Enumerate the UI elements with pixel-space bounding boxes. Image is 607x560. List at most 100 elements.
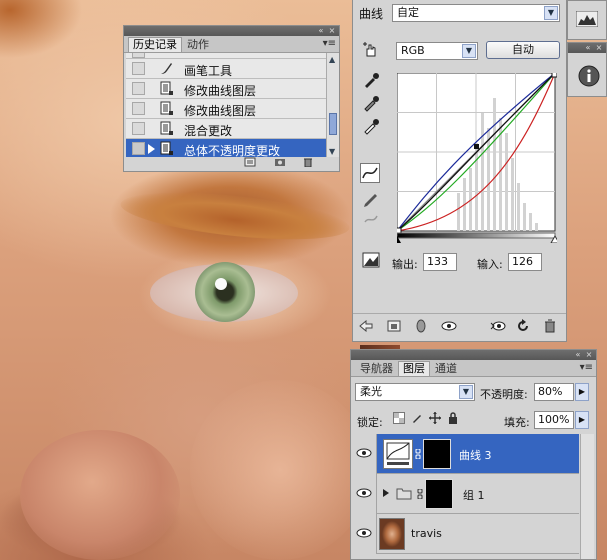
- curves-footer: [353, 313, 566, 340]
- snapshot-checkbox[interactable]: [132, 102, 145, 115]
- layer-mask-thumbnail[interactable]: [423, 439, 451, 469]
- close-icon[interactable]: ×: [585, 351, 593, 359]
- layer-row-curves[interactable]: 曲线 3: [351, 434, 579, 474]
- tab-navigator[interactable]: 导航器: [355, 361, 398, 376]
- histogram-icon[interactable]: [576, 11, 598, 27]
- reset-icon[interactable]: [516, 319, 530, 333]
- snapshot-checkbox[interactable]: [132, 62, 145, 75]
- palette-menu-icon[interactable]: ▾≡: [580, 362, 593, 373]
- expand-arrow-icon[interactable]: [382, 488, 390, 498]
- fill-slider-arrow-icon[interactable]: ▶: [575, 411, 589, 429]
- history-item-label: 修改曲线图层: [184, 84, 257, 98]
- snapshot-checkbox[interactable]: [132, 122, 145, 135]
- visibility-cell[interactable]: [351, 474, 377, 514]
- camera-snapshot-icon[interactable]: [274, 157, 286, 167]
- cheek: [190, 380, 370, 560]
- snapshot-checkbox[interactable]: [132, 53, 145, 58]
- image-layer-thumbnail[interactable]: [379, 518, 405, 550]
- link-chain-icon[interactable]: [415, 449, 421, 459]
- collapse-icon[interactable]: «: [574, 351, 582, 359]
- channel-select[interactable]: RGB ▼: [396, 42, 478, 60]
- lock-pixels-icon[interactable]: [411, 412, 423, 424]
- blend-mode-select[interactable]: 柔光 ▼: [355, 383, 475, 401]
- close-icon[interactable]: ×: [328, 27, 336, 35]
- snapshot-checkbox[interactable]: [132, 142, 145, 155]
- history-item[interactable]: 修改曲线图层: [126, 99, 326, 119]
- curve-control-point[interactable]: [474, 144, 479, 149]
- mini-titlebar[interactable]: « ×: [568, 43, 606, 53]
- back-arrow-icon[interactable]: [359, 320, 373, 332]
- document-icon: [160, 81, 173, 95]
- previous-state-icon[interactable]: [490, 320, 506, 332]
- visibility-eye-icon[interactable]: [441, 320, 457, 332]
- clip-to-layer-icon[interactable]: [415, 319, 427, 333]
- collapse-icon[interactable]: «: [584, 44, 592, 52]
- nose: [20, 430, 180, 560]
- tab-actions[interactable]: 动作: [182, 37, 214, 52]
- collapse-icon[interactable]: «: [317, 27, 325, 35]
- standard-view-icon[interactable]: [387, 320, 401, 332]
- palette-menu-icon[interactable]: ▾≡: [323, 38, 336, 49]
- curve-edit-tool[interactable]: [360, 163, 380, 183]
- history-scrollbar[interactable]: ▲ ▼: [326, 53, 339, 157]
- layers-tabs: 导航器 图层 通道 ▾≡: [351, 360, 596, 377]
- hand-adjust-icon[interactable]: [361, 40, 381, 60]
- document-icon: [160, 121, 173, 135]
- curves-graph[interactable]: [397, 73, 557, 243]
- gray-point-eyedropper-icon[interactable]: [361, 93, 381, 113]
- output-field[interactable]: 133: [423, 253, 457, 271]
- fill-label: 填充:: [504, 416, 530, 429]
- group-mask-thumbnail[interactable]: [425, 479, 453, 509]
- chevron-down-icon[interactable]: ▼: [462, 44, 476, 58]
- tab-layers[interactable]: 图层: [398, 361, 430, 376]
- channel-value: RGB: [401, 44, 425, 57]
- visibility-cell[interactable]: [351, 434, 377, 474]
- white-point-eyedropper-icon[interactable]: [361, 116, 381, 136]
- trash-icon[interactable]: [544, 319, 556, 333]
- scroll-thumb[interactable]: [329, 113, 337, 135]
- layers-titlebar[interactable]: « ×: [351, 350, 596, 360]
- scroll-up-icon[interactable]: ▲: [329, 55, 335, 64]
- visibility-cell[interactable]: [351, 514, 377, 554]
- eye-icon[interactable]: [356, 487, 372, 499]
- close-icon[interactable]: ×: [595, 44, 603, 52]
- layer-name[interactable]: 曲线 3: [459, 447, 492, 463]
- info-icon[interactable]: [578, 65, 600, 87]
- pencil-icon[interactable]: [361, 188, 381, 208]
- opacity-slider-arrow-icon[interactable]: ▶: [575, 383, 589, 401]
- input-field[interactable]: 126: [508, 253, 542, 271]
- opacity-label: 不透明度:: [480, 388, 528, 401]
- history-item[interactable]: 画笔工具: [126, 59, 326, 79]
- layer-row-image[interactable]: travis: [351, 514, 579, 554]
- tab-history[interactable]: 历史记录: [128, 37, 182, 52]
- history-item[interactable]: 混合更改: [126, 119, 326, 139]
- history-titlebar[interactable]: « ×: [124, 26, 339, 36]
- tab-channels[interactable]: 通道: [430, 361, 462, 376]
- link-chain-icon[interactable]: [417, 489, 423, 499]
- history-list: 画笔工具 修改曲线图层 修改曲线图层 混合更改 总体不透明度更改: [126, 53, 326, 157]
- lock-all-icon[interactable]: [447, 412, 459, 424]
- chevron-down-icon[interactable]: ▼: [459, 385, 473, 399]
- layer-row-group[interactable]: 组 1: [351, 474, 579, 514]
- lock-transparency-icon[interactable]: [393, 412, 405, 424]
- opacity-field[interactable]: 80%: [534, 383, 574, 401]
- blend-mode-value: 柔光: [360, 385, 382, 398]
- fill-field[interactable]: 100%: [534, 411, 574, 429]
- layer-name[interactable]: 组 1: [463, 487, 485, 503]
- layer-name[interactable]: travis: [411, 527, 442, 540]
- clipping-warning-icon[interactable]: [361, 250, 381, 270]
- black-point-eyedropper-icon[interactable]: [361, 70, 381, 90]
- trash-icon[interactable]: [302, 157, 314, 167]
- snapshot-checkbox[interactable]: [132, 82, 145, 95]
- auto-button[interactable]: 自动: [486, 41, 560, 59]
- history-item[interactable]: 修改曲线图层: [126, 79, 326, 99]
- smooth-icon[interactable]: [361, 208, 381, 228]
- layers-scrollbar[interactable]: [580, 434, 594, 559]
- chevron-down-icon[interactable]: ▼: [544, 6, 558, 20]
- eye-icon[interactable]: [356, 527, 372, 539]
- eye-icon[interactable]: [356, 447, 372, 459]
- new-document-from-state-icon[interactable]: [244, 157, 256, 167]
- curves-adjustment-thumbnail[interactable]: [383, 439, 413, 469]
- preset-select[interactable]: 自定 ▼: [392, 4, 560, 22]
- lock-position-icon[interactable]: [429, 412, 441, 424]
